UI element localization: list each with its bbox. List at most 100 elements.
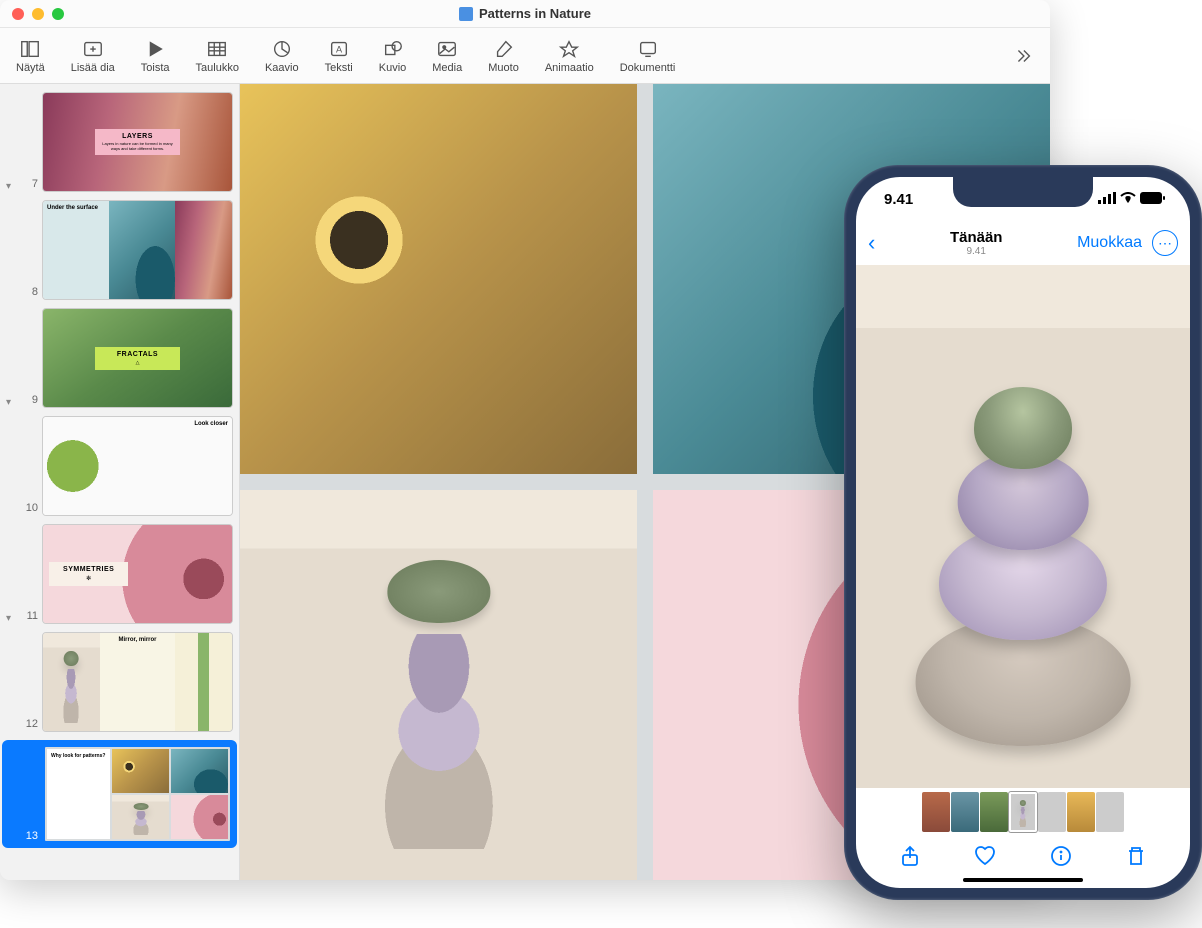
chevrons-right-icon: [1012, 45, 1034, 67]
chart-button[interactable]: Kaavio: [261, 36, 303, 76]
window-title: Patterns in Nature: [459, 6, 591, 21]
trash-button[interactable]: [1124, 844, 1148, 873]
slide-thumbnail[interactable]: Mirror, mirror: [42, 632, 233, 732]
share-button[interactable]: [898, 844, 922, 873]
canvas-image-urchins[interactable]: [240, 490, 637, 880]
tool-label: Taulukko: [196, 62, 239, 74]
slide-thumbnail[interactable]: Under the surface: [42, 200, 233, 300]
slide-thumbnail[interactable]: LAYERS Layers in nature can be formed in…: [42, 92, 233, 192]
photo-content: [906, 338, 1140, 746]
thumb-title: Mirror, mirror: [104, 637, 172, 643]
slide-number: 11: [22, 610, 38, 622]
text-button[interactable]: A Teksti: [321, 36, 357, 76]
nav-subtitle: 9.41: [950, 246, 1003, 257]
thumb-title: Under the surface: [47, 205, 105, 211]
canvas-image-honeycomb[interactable]: [240, 84, 637, 474]
thumb-title: SYMMETRIES: [53, 566, 124, 573]
iphone-screen: 9.41 ‹ Tänään 9.41 Muokkaa ⋯: [856, 177, 1190, 888]
scrubber-thumb[interactable]: [1067, 792, 1095, 832]
tool-label: Teksti: [325, 62, 353, 74]
animate-button[interactable]: Animaatio: [541, 36, 598, 76]
shape-button[interactable]: Kuvio: [375, 36, 411, 76]
media-icon: [436, 38, 458, 60]
document-icon: [637, 38, 659, 60]
slide-thumbnail-selected[interactable]: Why look for patterns?: [42, 744, 233, 844]
shape-icon: [382, 38, 404, 60]
text-icon: A: [328, 38, 350, 60]
nav-title-group: Tänään 9.41: [950, 229, 1003, 257]
notch: [953, 177, 1093, 207]
scrubber-thumb[interactable]: [922, 792, 950, 832]
play-icon: [144, 38, 166, 60]
tool-label: Animaatio: [545, 62, 594, 74]
thumb-title: FRACTALS: [99, 351, 176, 358]
cellular-icon: [1098, 191, 1116, 208]
tool-label: Lisää dia: [71, 62, 115, 74]
media-button[interactable]: Media: [428, 36, 466, 76]
slide-thumb-row[interactable]: ▾ 9 FRACTALS △: [6, 308, 233, 408]
add-slide-button[interactable]: Lisää dia: [67, 36, 119, 76]
thumb-title: LAYERS: [99, 133, 176, 140]
favorite-button[interactable]: [973, 844, 997, 873]
photo-viewer[interactable]: [856, 265, 1190, 788]
slide-thumb-row[interactable]: 13 Why look for patterns?: [2, 740, 237, 848]
maximize-button[interactable]: [52, 8, 64, 20]
chart-icon: [271, 38, 293, 60]
chevron-down-icon[interactable]: ▾: [6, 397, 18, 408]
thumb-title: Why look for patterns?: [51, 753, 106, 759]
close-button[interactable]: [12, 8, 24, 20]
slide-thumbnail[interactable]: Look closer: [42, 416, 233, 516]
format-button[interactable]: Muoto: [484, 36, 523, 76]
scrubber-thumb[interactable]: [980, 792, 1008, 832]
tool-label: Kaavio: [265, 62, 299, 74]
wifi-icon: [1120, 191, 1136, 208]
thumb-title: Look closer: [132, 421, 228, 427]
paintbrush-icon: [493, 38, 515, 60]
slide-number: 9: [22, 394, 38, 406]
scrubber-thumb-selected[interactable]: [1009, 792, 1037, 832]
tool-label: Näytä: [16, 62, 45, 74]
scrubber-thumb[interactable]: [1096, 792, 1124, 832]
more-button[interactable]: [1008, 43, 1038, 69]
slide-number: 13: [22, 830, 38, 842]
tool-label: Dokumentti: [620, 62, 676, 74]
back-button[interactable]: ‹: [868, 230, 875, 256]
chevron-down-icon[interactable]: ▾: [6, 613, 18, 624]
tool-label: Kuvio: [379, 62, 407, 74]
table-icon: [206, 38, 228, 60]
photo-scrubber[interactable]: [856, 788, 1190, 836]
tool-label: Muoto: [488, 62, 519, 74]
home-indicator[interactable]: [963, 878, 1083, 882]
slide-thumb-row[interactable]: ▾ 11 SYMMETRIES ✻: [6, 524, 233, 624]
slide-thumb-row[interactable]: ▾ 7 LAYERS Layers in nature can be forme…: [6, 92, 233, 192]
document-icon: [459, 7, 473, 21]
table-button[interactable]: Taulukko: [192, 36, 243, 76]
more-button[interactable]: ⋯: [1152, 230, 1178, 256]
scrubber-thumb[interactable]: [951, 792, 979, 832]
chevron-down-icon[interactable]: ▾: [6, 181, 18, 192]
view-icon: [19, 38, 41, 60]
traffic-lights: [12, 8, 64, 20]
svg-text:A: A: [336, 44, 343, 54]
view-button[interactable]: Näytä: [12, 36, 49, 76]
tool-label: Media: [432, 62, 462, 74]
slide-thumbnail[interactable]: SYMMETRIES ✻: [42, 524, 233, 624]
slide-navigator[interactable]: ▾ 7 LAYERS Layers in nature can be forme…: [0, 84, 240, 880]
window-title-text: Patterns in Nature: [479, 6, 591, 21]
info-button[interactable]: [1049, 844, 1073, 873]
slide-thumb-row[interactable]: 10 Look closer: [6, 416, 233, 516]
animate-icon: [558, 38, 580, 60]
slide-thumb-row[interactable]: 12 Mirror, mirror: [6, 632, 233, 732]
scrubber-thumb[interactable]: [1038, 792, 1066, 832]
slide-number: 12: [22, 718, 38, 730]
slide-thumbnail[interactable]: FRACTALS △: [42, 308, 233, 408]
photos-nav-bar: ‹ Tänään 9.41 Muokkaa ⋯: [856, 221, 1190, 265]
play-button[interactable]: Toista: [137, 36, 174, 76]
minimize-button[interactable]: [32, 8, 44, 20]
slide-thumb-row[interactable]: 8 Under the surface: [6, 200, 233, 300]
tool-label: Toista: [141, 62, 170, 74]
edit-button[interactable]: Muokkaa: [1077, 234, 1142, 252]
titlebar[interactable]: Patterns in Nature: [0, 0, 1050, 28]
document-button[interactable]: Dokumentti: [616, 36, 680, 76]
nav-title: Tänään: [950, 229, 1003, 246]
